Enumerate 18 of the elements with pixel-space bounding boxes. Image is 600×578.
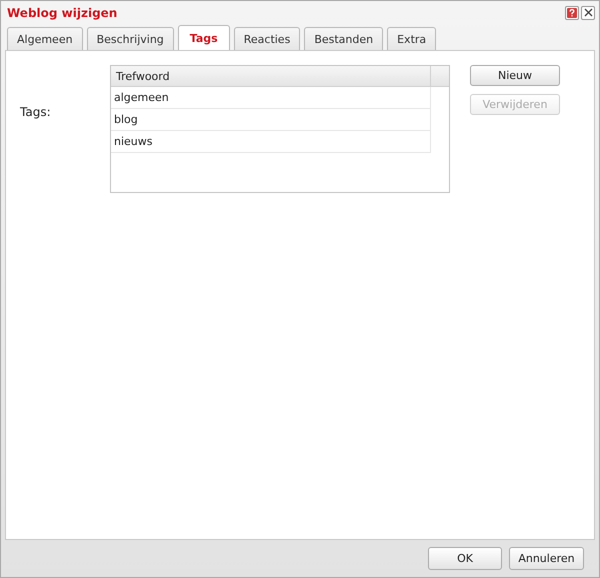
tab[interactable]: Extra — [387, 27, 436, 50]
table-cell[interactable]: algemeen — [111, 87, 431, 109]
cancel-button[interactable]: Annuleren — [509, 547, 584, 570]
ok-button[interactable]: OK — [428, 547, 502, 570]
tab[interactable]: Algemeen — [7, 27, 83, 50]
table-cell[interactable]: nieuws — [111, 131, 431, 153]
new-button[interactable]: Nieuw — [470, 65, 560, 86]
close-button[interactable] — [581, 6, 595, 20]
help-button[interactable] — [565, 6, 579, 20]
help-icon — [567, 8, 577, 18]
field-label: Tags: — [20, 105, 51, 119]
tab[interactable]: Bestanden — [304, 27, 384, 50]
tab[interactable]: Beschrijving — [86, 27, 174, 50]
table-cell[interactable]: blog — [111, 109, 431, 131]
window-title: Weblog wijzigen — [7, 6, 118, 20]
tab[interactable]: Reacties — [234, 27, 300, 50]
close-icon — [584, 8, 592, 17]
tab[interactable]: Tags — [178, 25, 230, 50]
